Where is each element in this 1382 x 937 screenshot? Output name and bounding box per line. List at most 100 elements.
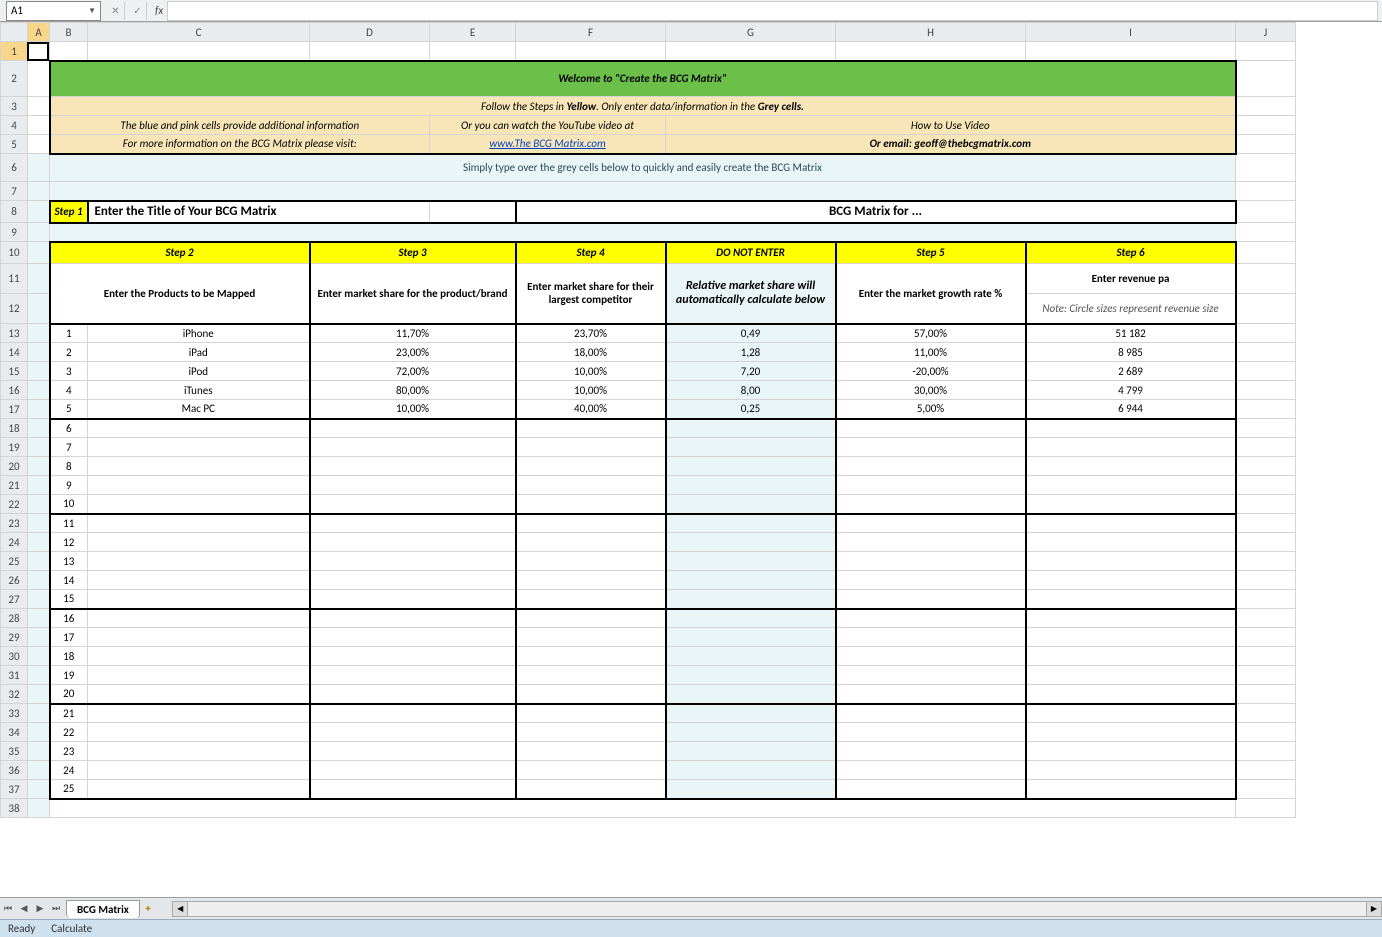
market-share-cell[interactable]: 72,00%	[310, 362, 516, 381]
row-number[interactable]: 10	[50, 495, 88, 514]
competitor-share-cell[interactable]	[516, 609, 666, 628]
cell[interactable]	[310, 42, 430, 61]
revenue-cell[interactable]	[1026, 704, 1236, 723]
row-head-35[interactable]: 35	[1, 742, 28, 761]
revenue-cell[interactable]	[1026, 723, 1236, 742]
spreadsheet-grid[interactable]: A B C D E F G H I J 12 Welcome to "Creat…	[0, 22, 1296, 818]
col-head-J[interactable]: J	[1236, 23, 1296, 42]
product-cell[interactable]	[88, 571, 310, 590]
revenue-cell[interactable]	[1026, 476, 1236, 495]
product-cell[interactable]	[88, 723, 310, 742]
col-head-H[interactable]: H	[836, 23, 1026, 42]
competitor-share-cell[interactable]: 18,00%	[516, 343, 666, 362]
product-cell[interactable]	[88, 419, 310, 438]
revenue-cell[interactable]	[1026, 457, 1236, 476]
product-cell[interactable]	[88, 457, 310, 476]
market-share-cell[interactable]: 23,00%	[310, 343, 516, 362]
product-cell[interactable]	[88, 514, 310, 533]
scroll-right-icon[interactable]: ▶	[1366, 901, 1382, 917]
row-number[interactable]: 8	[50, 457, 88, 476]
revenue-cell[interactable]	[1026, 590, 1236, 609]
revenue-cell[interactable]: 51 182	[1026, 324, 1236, 343]
market-share-cell[interactable]	[310, 723, 516, 742]
growth-rate-cell[interactable]	[836, 780, 1026, 799]
market-share-cell[interactable]	[310, 780, 516, 799]
row-head-11[interactable]: 11	[1, 264, 28, 294]
product-cell[interactable]: iTunes	[88, 381, 310, 400]
market-share-cell[interactable]: 10,00%	[310, 400, 516, 419]
growth-rate-cell[interactable]: 30,00%	[836, 381, 1026, 400]
row-number[interactable]: 13	[50, 552, 88, 571]
col-head-B[interactable]: B	[50, 23, 88, 42]
row-head-8[interactable]: 8	[1, 201, 28, 223]
row-head-7[interactable]: 7	[1, 182, 28, 201]
row-head-28[interactable]: 28	[1, 609, 28, 628]
product-cell[interactable]	[88, 666, 310, 685]
row-head-3[interactable]: 3	[1, 97, 28, 116]
market-share-cell[interactable]	[310, 571, 516, 590]
col-head-E[interactable]: E	[430, 23, 516, 42]
market-share-cell[interactable]	[310, 685, 516, 704]
row-head-30[interactable]: 30	[1, 647, 28, 666]
revenue-cell[interactable]	[1026, 666, 1236, 685]
growth-rate-cell[interactable]	[836, 438, 1026, 457]
growth-rate-cell[interactable]: -20,00%	[836, 362, 1026, 381]
product-cell[interactable]	[88, 533, 310, 552]
new-sheet-icon[interactable]: ✦	[144, 902, 152, 915]
competitor-share-cell[interactable]	[516, 761, 666, 780]
row-head-19[interactable]: 19	[1, 438, 28, 457]
row-number[interactable]: 21	[50, 704, 88, 723]
competitor-share-cell[interactable]	[516, 533, 666, 552]
growth-rate-cell[interactable]	[836, 704, 1026, 723]
row-head-23[interactable]: 23	[1, 514, 28, 533]
chevron-down-icon[interactable]: ▼	[88, 6, 96, 16]
revenue-cell[interactable]	[1026, 628, 1236, 647]
competitor-share-cell[interactable]	[516, 666, 666, 685]
cell-A1[interactable]	[28, 42, 50, 61]
col-head-D[interactable]: D	[310, 23, 430, 42]
row-number[interactable]: 11	[50, 514, 88, 533]
product-cell[interactable]	[88, 495, 310, 514]
growth-rate-cell[interactable]	[836, 419, 1026, 438]
competitor-share-cell[interactable]	[516, 476, 666, 495]
market-share-cell[interactable]	[310, 590, 516, 609]
product-cell[interactable]	[88, 476, 310, 495]
horizontal-scrollbar[interactable]: ◀ ▶	[172, 901, 1382, 917]
growth-rate-cell[interactable]	[836, 495, 1026, 514]
row-head-1[interactable]: 1	[1, 42, 28, 61]
market-share-cell[interactable]	[310, 438, 516, 457]
revenue-cell[interactable]: 4 799	[1026, 381, 1236, 400]
row-head-37[interactable]: 37	[1, 780, 28, 799]
row-head-22[interactable]: 22	[1, 495, 28, 514]
competitor-share-cell[interactable]: 10,00%	[516, 362, 666, 381]
competitor-share-cell[interactable]	[516, 685, 666, 704]
competitor-share-cell[interactable]	[516, 704, 666, 723]
row-number[interactable]: 22	[50, 723, 88, 742]
growth-rate-cell[interactable]	[836, 533, 1026, 552]
market-share-cell[interactable]	[310, 552, 516, 571]
growth-rate-cell[interactable]: 5,00%	[836, 400, 1026, 419]
row-head-15[interactable]: 15	[1, 362, 28, 381]
revenue-cell[interactable]	[1026, 533, 1236, 552]
competitor-share-cell[interactable]	[516, 495, 666, 514]
cell[interactable]	[836, 42, 1026, 61]
row-head-14[interactable]: 14	[1, 343, 28, 362]
competitor-share-cell[interactable]: 10,00%	[516, 381, 666, 400]
row-head-5[interactable]: 5	[1, 135, 28, 154]
growth-rate-cell[interactable]	[836, 742, 1026, 761]
competitor-share-cell[interactable]	[516, 571, 666, 590]
row-number[interactable]: 25	[50, 780, 88, 799]
step1-value[interactable]: BCG Matrix for ...	[516, 201, 1236, 223]
row-head-32[interactable]: 32	[1, 685, 28, 704]
row-number[interactable]: 4	[50, 381, 88, 400]
competitor-share-cell[interactable]	[516, 590, 666, 609]
growth-rate-cell[interactable]	[836, 666, 1026, 685]
tab-last-icon[interactable]: ⏭	[48, 903, 64, 914]
revenue-cell[interactable]	[1026, 742, 1236, 761]
how-to-use-video[interactable]: How to Use Video	[666, 116, 1236, 135]
market-share-cell[interactable]: 11,70%	[310, 324, 516, 343]
row-number[interactable]: 6	[50, 419, 88, 438]
revenue-cell[interactable]: 2 689	[1026, 362, 1236, 381]
cell[interactable]	[50, 42, 88, 61]
growth-rate-cell[interactable]	[836, 685, 1026, 704]
